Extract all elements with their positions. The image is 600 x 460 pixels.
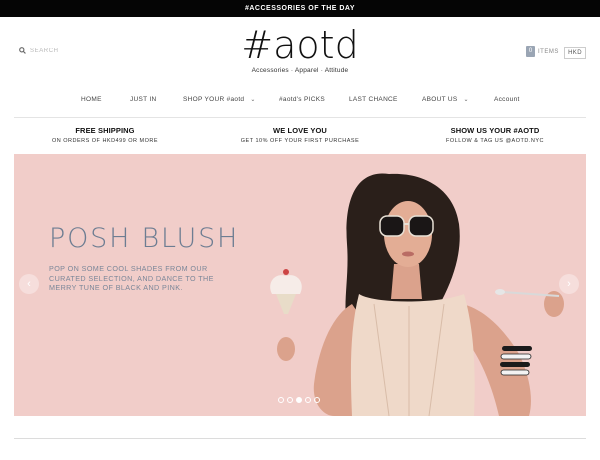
promo-title: SHOW US YOUR #AOTD: [450, 126, 540, 135]
chevron-down-icon[interactable]: ⌄: [464, 96, 469, 103]
promo-we-love-you: WE LOVE YOU GET 10% OFF YOUR FIRST PURCH…: [200, 126, 400, 144]
main-nav: HOME JUST IN SHOP YOUR #aotd ⌄ #aotd's PI…: [0, 96, 600, 110]
cart-count-badge[interactable]: 0: [526, 46, 535, 57]
logo-tagline: Accessories · Apparel · Attitude: [251, 67, 349, 74]
currency-selector[interactable]: HKD: [564, 47, 586, 59]
nav-shop-label[interactable]: SHOP YOUR #aotd: [183, 96, 244, 103]
slide-dot-active[interactable]: [296, 397, 302, 403]
cart-link[interactable]: 0 ITEMS: [526, 46, 559, 57]
chevron-left-icon[interactable]: ‹: [19, 274, 39, 294]
nav-about[interactable]: ABOUT US ⌄: [422, 96, 469, 103]
promo-free-shipping: FREE SHIPPING ON ORDERS OF HKD499 OR MOR…: [5, 126, 205, 144]
site-logo[interactable]: #aotd Accessories · Apparel · Attitude: [0, 24, 600, 74]
hero-banner[interactable]: POSH BLUSH POP ON SOME COOL SHADES FROM …: [14, 154, 586, 416]
slide-pagination: [278, 397, 320, 403]
nav-shop[interactable]: SHOP YOUR #aotd ⌄: [183, 96, 256, 103]
promo-title: FREE SHIPPING: [75, 126, 135, 135]
nav-just-in[interactable]: JUST IN: [130, 96, 157, 103]
promo-subtitle: ON ORDERS OF HKD499 OR MORE: [51, 138, 159, 144]
nav-about-label[interactable]: ABOUT US: [422, 96, 458, 103]
divider: [14, 117, 586, 118]
promo-subtitle: FOLLOW & TAG US @AOTD.NYC: [446, 138, 544, 144]
nav-last-chance[interactable]: LAST CHANCE: [349, 96, 398, 103]
slide-dot[interactable]: [314, 397, 320, 403]
chevron-down-icon[interactable]: ⌄: [250, 96, 255, 103]
logo-wordmark[interactable]: #aotd: [0, 24, 600, 66]
promo-title: WE LOVE YOU: [273, 126, 327, 135]
cart-items-label[interactable]: ITEMS: [538, 49, 559, 55]
nav-home[interactable]: HOME: [81, 96, 102, 103]
slide-dot[interactable]: [287, 397, 293, 403]
chevron-right-icon[interactable]: ›: [559, 274, 579, 294]
slide-dot[interactable]: [278, 397, 284, 403]
promo-show-us: SHOW US YOUR #AOTD FOLLOW & TAG US @AOTD…: [395, 126, 595, 144]
nav-account[interactable]: Account: [494, 96, 520, 103]
promo-subtitle: GET 10% OFF YOUR FIRST PURCHASE: [240, 138, 360, 144]
hero-description: POP ON SOME COOL SHADES FROM OUR CURATED…: [49, 264, 214, 292]
nav-picks[interactable]: #aotd's PICKS: [279, 96, 325, 103]
announcement-bar: #ACCESSORIES OF THE DAY: [0, 0, 600, 17]
divider: [14, 438, 586, 439]
hero-title: POSH BLUSH: [49, 223, 240, 254]
slide-dot[interactable]: [305, 397, 311, 403]
